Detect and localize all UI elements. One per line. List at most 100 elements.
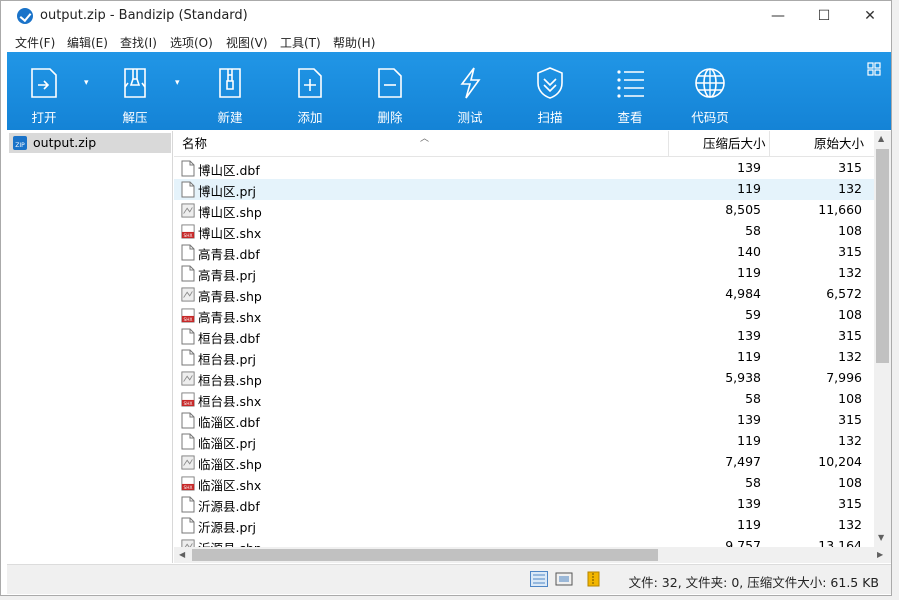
file-original-size: 7,996	[826, 370, 862, 385]
delete-file-icon	[378, 68, 402, 98]
close-button[interactable]: ✕	[847, 1, 893, 31]
horizontal-scroll-thumb[interactable]	[192, 549, 658, 561]
file-row[interactable]: SHX 博山区.shx 58 108	[174, 221, 874, 242]
scroll-down-icon[interactable]: ▼	[878, 533, 884, 542]
file-name: 高青县.shx	[198, 310, 262, 325]
file-row[interactable]: 沂源县.prj 119 132	[174, 515, 874, 536]
delete-button[interactable]: 删除	[358, 52, 422, 130]
file-packed-size: 119	[737, 433, 761, 448]
file-name: 沂源县.dbf	[198, 499, 260, 514]
layout-grid-icon[interactable]	[867, 62, 881, 76]
file-packed-size: 119	[737, 517, 761, 532]
tree-item-archive[interactable]: ZIP output.zip	[9, 133, 171, 153]
file-row[interactable]: 临淄区.prj 119 132	[174, 431, 874, 452]
file-row[interactable]: 高青县.shp 4,984 6,572	[174, 284, 874, 305]
file-original-size: 108	[838, 223, 862, 238]
scan-button[interactable]: 扫描	[518, 52, 582, 130]
column-header-name[interactable]: 名称	[182, 131, 207, 157]
file-row[interactable]: SHX 高青县.shx 59 108	[174, 305, 874, 326]
scroll-left-icon[interactable]: ◀	[179, 550, 185, 559]
minimize-button[interactable]: —	[755, 1, 801, 31]
codepage-button[interactable]: 代码页	[678, 52, 742, 130]
add-file-icon	[298, 68, 322, 98]
menu-view[interactable]: 视图(V)	[226, 34, 268, 51]
file-packed-size: 7,497	[725, 454, 761, 469]
shield-icon	[537, 67, 563, 99]
file-row[interactable]: 桓台县.shp 5,938 7,996	[174, 368, 874, 389]
file-original-size: 315	[838, 412, 862, 427]
scroll-right-icon[interactable]: ▶	[877, 550, 883, 559]
file-name: 博山区.shp	[198, 205, 262, 220]
file-row[interactable]: 博山区.shp 8,505 11,660	[174, 200, 874, 221]
file-name: 博山区.shx	[198, 226, 262, 241]
sort-ascending-icon: ︿	[420, 134, 430, 144]
open-dropdown-icon[interactable]: ▾	[84, 78, 96, 90]
thumbnail-view-icon[interactable]	[555, 571, 573, 587]
file-row[interactable]: 博山区.dbf 139 315	[174, 158, 874, 179]
file-row[interactable]: 高青县.dbf 140 315	[174, 242, 874, 263]
file-row[interactable]: 临淄区.shp 7,497 10,204	[174, 452, 874, 473]
new-archive-icon	[219, 68, 241, 98]
file-original-size: 315	[838, 328, 862, 343]
file-packed-size: 139	[737, 412, 761, 427]
new-button[interactable]: 新建	[198, 52, 262, 130]
horizontal-scrollbar[interactable]: ◀ ▶	[174, 547, 891, 563]
extract-dropdown-icon[interactable]: ▾	[175, 78, 187, 90]
scroll-up-icon[interactable]: ▲	[878, 134, 884, 143]
vertical-scroll-thumb[interactable]	[876, 149, 889, 363]
file-row[interactable]: 高青县.prj 119 132	[174, 263, 874, 284]
file-original-size: 315	[838, 160, 862, 175]
menu-file[interactable]: 文件(F)	[15, 34, 55, 51]
column-divider[interactable]	[668, 131, 669, 157]
add-button[interactable]: 添加	[278, 52, 342, 130]
column-divider[interactable]	[769, 131, 770, 157]
file-row[interactable]: 博山区.prj 119 132	[174, 179, 874, 200]
details-view-icon[interactable]	[530, 571, 548, 587]
menu-edit[interactable]: 编辑(E)	[67, 34, 108, 51]
vertical-scrollbar[interactable]: ▲ ▼	[874, 131, 891, 547]
file-icon	[181, 328, 195, 345]
folder-tree: ZIP output.zip	[7, 131, 173, 563]
maximize-button[interactable]: ☐	[801, 1, 847, 31]
test-button[interactable]: 测试	[438, 52, 502, 130]
file-row[interactable]: SHX 临淄区.shx 58 108	[174, 473, 874, 494]
file-name: 沂源县.shp	[198, 538, 262, 547]
shx-file-icon: SHX	[181, 308, 195, 323]
open-icon	[31, 68, 57, 98]
file-packed-size: 119	[737, 181, 761, 196]
column-header-original-size[interactable]: 原始大小	[814, 131, 864, 157]
file-row[interactable]: 桓台县.dbf 139 315	[174, 326, 874, 347]
menu-find[interactable]: 查找(I)	[120, 34, 157, 51]
menu-tools[interactable]: 工具(T)	[280, 34, 321, 51]
file-icon	[181, 244, 195, 261]
extract-button[interactable]: 解压	[103, 52, 167, 130]
open-button[interactable]: 打开	[12, 52, 76, 130]
shx-file-icon: SHX	[181, 224, 195, 239]
extract-icon	[124, 68, 146, 98]
scan-label: 扫描	[537, 110, 563, 125]
file-name: 临淄区.prj	[198, 436, 257, 451]
file-row[interactable]: 沂源县.shp 9,757 13,164	[174, 536, 874, 547]
file-row[interactable]: 沂源县.dbf 139 315	[174, 494, 874, 515]
shx-file-icon: SHX	[181, 476, 195, 491]
file-row[interactable]: 临淄区.dbf 139 315	[174, 410, 874, 431]
column-header-packed-size[interactable]: 压缩后大小	[703, 131, 766, 157]
file-name: 沂源县.prj	[198, 520, 257, 535]
menu-help[interactable]: 帮助(H)	[333, 34, 375, 51]
menu-options[interactable]: 选项(O)	[170, 34, 213, 51]
file-icon	[181, 265, 195, 282]
archive-info-icon[interactable]	[585, 571, 603, 587]
window-title: output.zip - Bandizip (Standard)	[40, 8, 248, 23]
extract-label: 解压	[122, 110, 148, 125]
file-icon	[181, 496, 195, 513]
zip-archive-icon: ZIP	[13, 136, 27, 150]
file-original-size: 11,660	[818, 202, 862, 217]
file-row[interactable]: SHX 桓台县.shx 58 108	[174, 389, 874, 410]
view-button[interactable]: 查看	[598, 52, 662, 130]
bandizip-logo-icon	[17, 8, 33, 24]
file-row[interactable]: 桓台县.prj 119 132	[174, 347, 874, 368]
file-name: 桓台县.shp	[198, 373, 262, 388]
file-original-size: 13,164	[818, 538, 862, 547]
file-icon	[181, 412, 195, 429]
shx-file-icon: SHX	[181, 392, 195, 407]
